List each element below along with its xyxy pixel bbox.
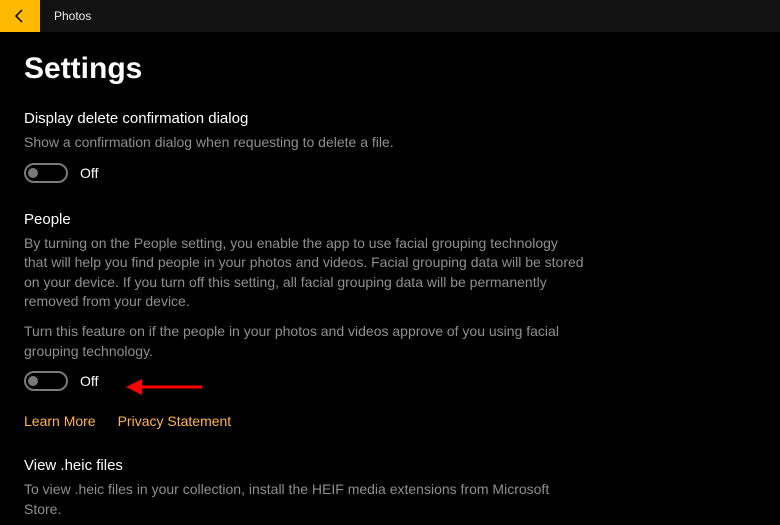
heic-description: To view .heic files in your collection, … xyxy=(24,480,584,519)
delete-description: Show a confirmation dialog when requesti… xyxy=(24,133,584,153)
people-heading: People xyxy=(24,211,584,228)
section-delete-confirmation: Display delete confirmation dialog Show … xyxy=(24,110,584,183)
learn-more-link[interactable]: Learn More xyxy=(24,413,96,429)
people-toggle-label: Off xyxy=(80,373,98,389)
section-heic: View .heic files To view .heic files in … xyxy=(24,457,584,525)
delete-confirmation-toggle[interactable] xyxy=(24,163,68,183)
page-title: Settings xyxy=(24,52,756,86)
title-bar: Photos xyxy=(0,0,780,32)
toggle-knob-icon xyxy=(28,376,38,386)
delete-heading: Display delete confirmation dialog xyxy=(24,110,584,127)
delete-toggle-label: Off xyxy=(80,165,98,181)
people-toggle[interactable] xyxy=(24,371,68,391)
toggle-knob-icon xyxy=(28,168,38,178)
back-button[interactable] xyxy=(0,0,40,32)
people-description-2: Turn this feature on if the people in yo… xyxy=(24,322,584,361)
section-people: People By turning on the People setting,… xyxy=(24,211,584,430)
app-title: Photos xyxy=(40,0,91,32)
people-description-1: By turning on the People setting, you en… xyxy=(24,234,584,312)
privacy-statement-link[interactable]: Privacy Statement xyxy=(118,413,232,429)
back-arrow-icon xyxy=(12,8,28,24)
heic-heading: View .heic files xyxy=(24,457,584,474)
